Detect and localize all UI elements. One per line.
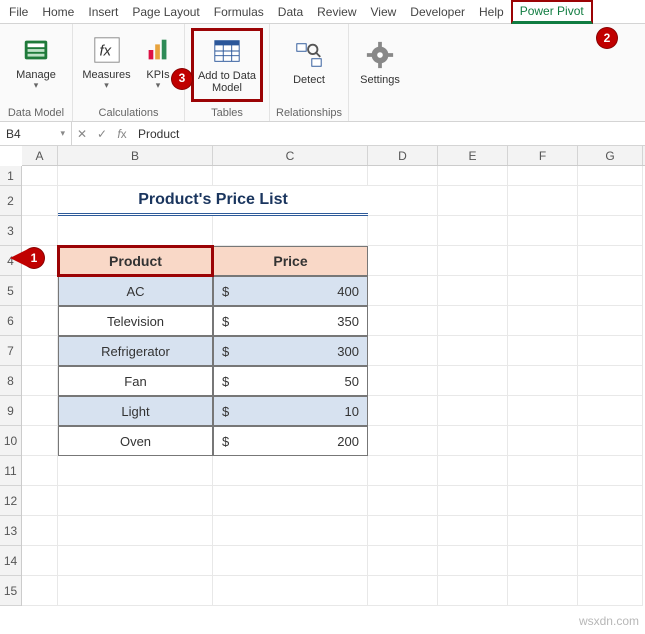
tab-review[interactable]: Review (310, 0, 363, 24)
group-label-tables: Tables (211, 105, 243, 119)
manage-button[interactable]: Manage ▾ (6, 28, 66, 98)
manage-icon (21, 35, 51, 65)
cell-product[interactable]: Light (58, 396, 213, 426)
cell-product[interactable]: Oven (58, 426, 213, 456)
add-to-data-model-button[interactable]: 3 Add to Data Model (191, 28, 263, 102)
tab-data[interactable]: Data (271, 0, 310, 24)
cell-price[interactable]: $50 (213, 366, 368, 396)
ribbon-tabs: File Home Insert Page Layout Formulas Da… (0, 0, 645, 24)
settings-label: Settings (360, 74, 400, 86)
worksheet: 123456789101112131415 ABCDEFG Product's … (0, 146, 645, 606)
tab-insert[interactable]: Insert (81, 0, 125, 24)
group-tables: 3 Add to Data Model Tables (185, 24, 270, 121)
row-header-1[interactable]: 1 (0, 166, 21, 186)
svg-text:fx: fx (99, 43, 111, 60)
group-label-blank (379, 105, 382, 119)
tab-home[interactable]: Home (35, 0, 81, 24)
cell-price[interactable]: $200 (213, 426, 368, 456)
row-headers: 123456789101112131415 (0, 166, 22, 606)
row-header-12[interactable]: 12 (0, 486, 21, 516)
row-header-10[interactable]: 10 (0, 426, 21, 456)
row-header-15[interactable]: 15 (0, 576, 21, 606)
gear-icon (365, 40, 395, 70)
row-header-7[interactable]: 7 (0, 336, 21, 366)
col-header-B[interactable]: B (58, 146, 213, 165)
callout-3: 3 (172, 69, 192, 89)
col-headers: ABCDEFG (22, 146, 645, 166)
row-header-14[interactable]: 14 (0, 546, 21, 576)
cell-price[interactable]: $400 (213, 276, 368, 306)
row-header-6[interactable]: 6 (0, 306, 21, 336)
add-label: Add to Data Model (194, 70, 260, 94)
col-header-F[interactable]: F (508, 146, 578, 165)
detect-icon (294, 40, 324, 70)
formula-bar: B4 ▾ ✕ ✓ fx Product (0, 122, 645, 146)
kpi-icon (143, 35, 173, 65)
tab-developer[interactable]: Developer (403, 0, 472, 24)
col-header-C[interactable]: C (213, 146, 368, 165)
cells[interactable]: Product's Price List ProductPriceAC$400Te… (22, 166, 645, 606)
row-header-11[interactable]: 11 (0, 456, 21, 486)
row-header-8[interactable]: 8 (0, 366, 21, 396)
cell-product[interactable]: Television (58, 306, 213, 336)
kpis-button[interactable]: KPIs ▾ (138, 28, 178, 98)
fx-icon: fx (92, 35, 122, 65)
formula-input[interactable]: Product (132, 127, 645, 141)
callout-2: 2 (597, 28, 617, 48)
cell-product[interactable]: Refrigerator (58, 336, 213, 366)
chevron-down-icon: ▾ (60, 128, 65, 139)
cell-product[interactable]: Fan (58, 366, 213, 396)
tab-formulas[interactable]: Formulas (207, 0, 271, 24)
group-calculations: fx Measures ▾ KPIs ▾ Calculations (73, 24, 185, 121)
col-header-G[interactable]: G (578, 146, 643, 165)
group-relationships: Detect Relationships (270, 24, 349, 121)
settings-button[interactable]: Settings (355, 28, 405, 98)
detect-label: Detect (293, 74, 325, 86)
col-header-E[interactable]: E (438, 146, 508, 165)
row-header-13[interactable]: 13 (0, 516, 21, 546)
chevron-down-icon: ▾ (34, 81, 39, 91)
watermark: wsxdn.com (579, 614, 639, 628)
row-header-9[interactable]: 9 (0, 396, 21, 426)
enter-icon[interactable]: ✓ (92, 127, 112, 141)
table-icon (212, 36, 242, 66)
cell-price[interactable]: $350 (213, 306, 368, 336)
name-box-value: B4 (6, 127, 21, 141)
cell-price[interactable]: $300 (213, 336, 368, 366)
cell-price[interactable]: $10 (213, 396, 368, 426)
name-box[interactable]: B4 ▾ (0, 122, 72, 146)
col-header-A[interactable]: A (22, 146, 58, 165)
measures-button[interactable]: fx Measures ▾ (79, 28, 134, 98)
callout-1: 1 (24, 248, 44, 268)
tab-help[interactable]: Help (472, 0, 511, 24)
row-header-3[interactable]: 3 (0, 216, 21, 246)
chevron-down-icon: ▾ (104, 81, 109, 91)
fx-icon[interactable]: fx (112, 127, 132, 141)
chevron-down-icon: ▾ (156, 81, 161, 91)
tab-file[interactable]: File (2, 0, 35, 24)
tab-view[interactable]: View (364, 0, 404, 24)
cell-product[interactable]: AC (58, 276, 213, 306)
cancel-icon[interactable]: ✕ (72, 127, 92, 141)
row-header-5[interactable]: 5 (0, 276, 21, 306)
table-title: Product's Price List (58, 186, 368, 216)
header-price[interactable]: Price (213, 246, 368, 276)
group-label-relationships: Relationships (276, 105, 342, 119)
ribbon: Manage ▾ Data Model fx Measures ▾ KPIs ▾… (0, 24, 645, 122)
group-data-model: Manage ▾ Data Model (0, 24, 73, 121)
tab-power-pivot[interactable]: Power Pivot (511, 0, 593, 24)
group-label-calculations: Calculations (99, 105, 159, 119)
group-label-data-model: Data Model (8, 105, 64, 119)
detect-button[interactable]: Detect (284, 28, 334, 98)
row-header-2[interactable]: 2 (0, 186, 21, 216)
col-header-D[interactable]: D (368, 146, 438, 165)
header-product[interactable]: Product (58, 246, 213, 276)
group-settings: Settings (349, 24, 411, 121)
tab-page-layout[interactable]: Page Layout (125, 0, 206, 24)
